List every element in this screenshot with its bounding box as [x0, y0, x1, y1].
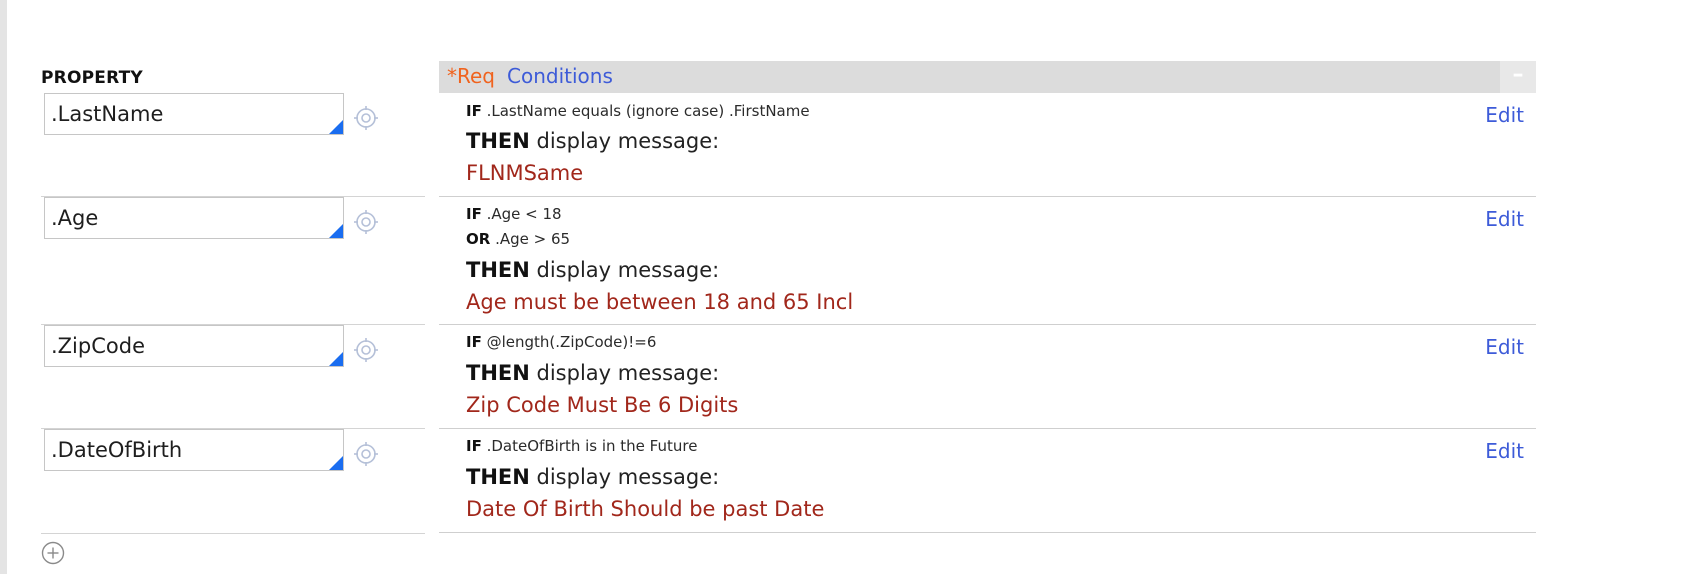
field-resize-corner-icon [329, 120, 343, 134]
then-text: display message: [536, 361, 720, 385]
target-icon[interactable] [354, 210, 378, 234]
property-field-lastname[interactable]: .LastName [44, 93, 344, 135]
then-line: THEN display message: [466, 258, 719, 282]
edit-link[interactable]: Edit [1485, 103, 1524, 127]
then-line: THEN display message: [466, 465, 719, 489]
if-condition: @length(.ZipCode)!=6 [486, 333, 657, 351]
if-condition: .LastName equals (ignore case) .FirstNam… [486, 102, 810, 120]
property-field-value: .ZipCode [51, 334, 145, 358]
error-message: FLNMSame [466, 161, 584, 185]
plus-circle-icon[interactable] [41, 541, 65, 565]
if-keyword: IF [466, 102, 482, 120]
or-keyword: OR [466, 230, 491, 248]
row-divider [41, 533, 425, 534]
field-resize-corner-icon [329, 224, 343, 238]
conditions-title: Conditions [507, 64, 613, 88]
error-message: Date Of Birth Should be past Date [466, 497, 825, 521]
property-field-dateofbirth[interactable]: .DateOfBirth [44, 429, 344, 471]
edit-link[interactable]: Edit [1485, 335, 1524, 359]
if-line: IF .DateOfBirth is in the Future [466, 437, 697, 455]
or-condition: .Age > 65 [495, 230, 571, 248]
edit-link[interactable]: Edit [1485, 439, 1524, 463]
if-keyword: IF [466, 437, 482, 455]
then-keyword: THEN [466, 129, 530, 153]
property-field-value: .DateOfBirth [51, 438, 183, 462]
then-text: display message: [536, 129, 720, 153]
then-keyword: THEN [466, 361, 530, 385]
target-icon[interactable] [354, 106, 378, 130]
then-keyword: THEN [466, 465, 530, 489]
property-field-zipcode[interactable]: .ZipCode [44, 325, 344, 367]
if-keyword: IF [466, 333, 482, 351]
condition-rule: IF @length(.ZipCode)!=6 THEN display mes… [439, 325, 1536, 429]
condition-rule: IF .DateOfBirth is in the Future THEN di… [439, 429, 1536, 533]
collapse-button[interactable]: – [1500, 61, 1536, 93]
then-text: display message: [536, 258, 720, 282]
edit-link[interactable]: Edit [1485, 207, 1524, 231]
error-message: Zip Code Must Be 6 Digits [466, 393, 739, 417]
left-panel-edge [0, 0, 7, 574]
field-resize-corner-icon [329, 456, 343, 470]
then-text: display message: [536, 465, 720, 489]
required-marker: *Req [447, 64, 495, 88]
error-message: Age must be between 18 and 65 Incl [466, 290, 854, 314]
if-line: IF @length(.ZipCode)!=6 [466, 333, 656, 351]
or-line: OR .Age > 65 [466, 230, 570, 248]
property-field-value: .Age [51, 206, 99, 230]
property-column-heading: PROPERTY [41, 68, 143, 88]
if-line: IF .LastName equals (ignore case) .First… [466, 102, 810, 120]
target-icon[interactable] [354, 442, 378, 466]
then-keyword: THEN [466, 258, 530, 282]
condition-rule: IF .LastName equals (ignore case) .First… [439, 93, 1536, 197]
if-keyword: IF [466, 205, 482, 223]
then-line: THEN display message: [466, 361, 719, 385]
condition-rule: IF .Age < 18 OR .Age > 65 THEN display m… [439, 197, 1536, 325]
if-condition: .DateOfBirth is in the Future [486, 437, 698, 455]
if-line: IF .Age < 18 [466, 205, 562, 223]
property-field-value: .LastName [51, 102, 164, 126]
conditions-header: *Req Conditions – [439, 61, 1536, 93]
then-line: THEN display message: [466, 129, 719, 153]
field-resize-corner-icon [329, 352, 343, 366]
property-field-age[interactable]: .Age [44, 197, 344, 239]
target-icon[interactable] [354, 338, 378, 362]
if-condition: .Age < 18 [486, 205, 562, 223]
